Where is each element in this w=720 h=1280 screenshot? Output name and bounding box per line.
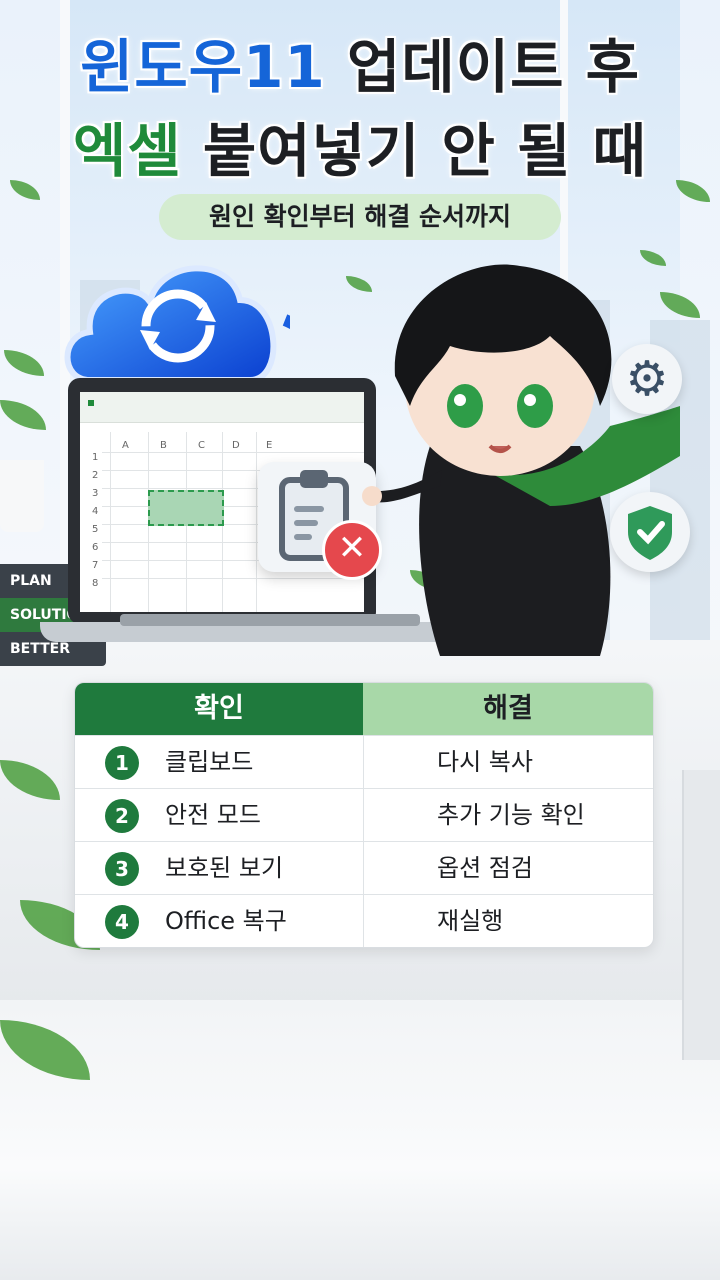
title-line-1: 윈도우11 업데이트 후 bbox=[0, 20, 720, 104]
check-cell: Office 복구 bbox=[165, 907, 287, 935]
sync-cloud-icon bbox=[64, 265, 290, 383]
step-number-badge: 3 bbox=[105, 852, 139, 886]
row-header: 8 bbox=[92, 578, 99, 589]
table-row: 1 클립보드 다시 복사 bbox=[75, 735, 653, 789]
column-header: C bbox=[198, 440, 205, 451]
table-header-fix: 해결 bbox=[363, 683, 653, 735]
row-header: 3 bbox=[92, 488, 99, 499]
anime-character-illustration bbox=[362, 264, 680, 656]
table-header-check: 확인 bbox=[75, 683, 363, 735]
subtitle-pill: 원인 확인부터 해결 순서까지 bbox=[159, 194, 561, 240]
copied-cell-selection bbox=[148, 490, 224, 526]
row-header: 7 bbox=[92, 560, 99, 571]
fix-cell: 추가 기능 확인 bbox=[437, 801, 585, 829]
row-header: 1 bbox=[92, 452, 99, 463]
table-row: 3 보호된 보기 옵션 점검 bbox=[75, 841, 653, 895]
spreadsheet-ribbon bbox=[80, 392, 364, 423]
shield-check-icon bbox=[610, 492, 690, 572]
fix-cell: 다시 복사 bbox=[437, 748, 533, 776]
row-header: 5 bbox=[92, 524, 99, 535]
title-excel: 엑셀 bbox=[72, 117, 182, 185]
troubleshooting-table: 확인 해결 1 클립보드 다시 복사 2 안전 모드 추가 기능 확인 3 보호… bbox=[74, 682, 654, 948]
title-paste-fails: 붙여넣기 안 될 때 bbox=[202, 117, 648, 185]
column-header: E bbox=[266, 440, 273, 451]
check-cell: 보호된 보기 bbox=[165, 854, 284, 882]
table-row: 2 안전 모드 추가 기능 확인 bbox=[75, 788, 653, 842]
check-cell: 안전 모드 bbox=[165, 801, 261, 829]
column-header: B bbox=[160, 440, 167, 451]
side-cabinet bbox=[682, 770, 720, 1060]
row-header: 2 bbox=[92, 470, 99, 481]
grid-line bbox=[256, 432, 257, 612]
check-cell: 클립보드 bbox=[165, 748, 254, 776]
shield-svg bbox=[628, 506, 672, 560]
grid-line bbox=[102, 578, 364, 579]
title-line-2: 엑셀 붙여넣기 안 될 때 bbox=[0, 104, 720, 188]
column-header: D bbox=[232, 440, 240, 451]
fix-cell: 옵션 점검 bbox=[437, 854, 533, 882]
column-header: A bbox=[122, 440, 129, 451]
excel-logo-icon bbox=[88, 400, 94, 406]
step-number-badge: 2 bbox=[105, 799, 139, 833]
gear-icon: ⚙ bbox=[612, 344, 682, 414]
fix-cell: 재실행 bbox=[437, 907, 504, 935]
plant-pot bbox=[0, 460, 44, 532]
step-number-badge: 1 bbox=[105, 746, 139, 780]
floor bbox=[0, 1000, 720, 1280]
grid-line bbox=[102, 452, 364, 453]
row-header: 4 bbox=[92, 506, 99, 517]
plant-leaf bbox=[4, 350, 44, 376]
row-header: 6 bbox=[92, 542, 99, 553]
grid-line bbox=[110, 432, 111, 612]
title-after-update: 업데이트 후 bbox=[347, 33, 640, 101]
plant-leaf bbox=[0, 400, 46, 430]
table-row: 4 Office 복구 재실행 bbox=[75, 894, 653, 947]
title-windows11: 윈도우11 bbox=[80, 33, 326, 101]
step-number-badge: 4 bbox=[105, 905, 139, 939]
